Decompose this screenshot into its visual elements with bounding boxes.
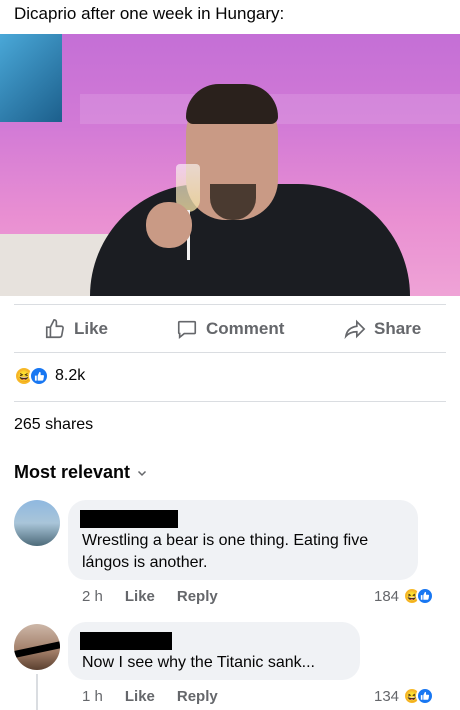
photo-person-hair bbox=[186, 84, 278, 124]
like-label: Like bbox=[74, 319, 109, 338]
reaction-count: 8.2k bbox=[55, 367, 86, 384]
like-reaction-icon bbox=[416, 687, 435, 705]
comment-time[interactable]: 2 h bbox=[82, 588, 103, 605]
share-button[interactable]: Share bbox=[344, 318, 421, 340]
comment-bubble: Now I see why the Titanic sank... bbox=[68, 622, 360, 680]
like-button[interactable]: Like bbox=[44, 318, 108, 340]
reaction-summary[interactable]: 😆 8.2k bbox=[14, 366, 85, 386]
comment-button[interactable]: Comment bbox=[176, 318, 284, 340]
post-caption: Dicaprio after one week in Hungary: bbox=[14, 4, 285, 23]
comment-reaction-count: 184 bbox=[374, 587, 400, 605]
comment-bubble: Wrestling a bear is one thing. Eating fi… bbox=[68, 500, 418, 580]
comment-label: Comment bbox=[206, 319, 285, 338]
avatar-censor-bar bbox=[14, 639, 60, 660]
comment-reaction-summary[interactable]: 184 😆 bbox=[374, 587, 435, 605]
post-photo[interactable] bbox=[0, 34, 460, 296]
comment-time[interactable]: 1 h bbox=[82, 688, 103, 705]
comment-reaction-count: 134 bbox=[374, 687, 400, 705]
divider bbox=[14, 352, 446, 353]
like-reaction-icon bbox=[29, 366, 49, 386]
redacted-author-name bbox=[80, 510, 178, 528]
like-reaction-icon bbox=[416, 587, 435, 605]
redacted-author-name bbox=[80, 632, 172, 650]
comment-like-button[interactable]: Like bbox=[125, 588, 155, 605]
chevron-down-icon bbox=[138, 470, 147, 476]
comment-reaction-summary[interactable]: 134 😆 bbox=[374, 687, 435, 705]
comment-meta: 2 h Like Reply bbox=[82, 588, 218, 605]
comment-like-button[interactable]: Like bbox=[125, 688, 155, 705]
commenter-avatar[interactable] bbox=[14, 500, 60, 546]
comment-reply-button[interactable]: Reply bbox=[177, 588, 218, 605]
share-count[interactable]: 265 shares bbox=[14, 416, 93, 434]
thumbs-up-icon bbox=[45, 319, 64, 339]
photo-background-screen bbox=[0, 34, 62, 122]
divider bbox=[14, 401, 446, 402]
photo-person-hand bbox=[146, 202, 192, 248]
comment-sort-dropdown[interactable]: Most relevant bbox=[14, 462, 148, 483]
share-icon bbox=[344, 319, 366, 340]
comment-icon bbox=[177, 320, 197, 339]
comment-text: Wrestling a bear is one thing. Eating fi… bbox=[82, 532, 369, 571]
comment-sort-label: Most relevant bbox=[14, 462, 131, 482]
comment-reply-button[interactable]: Reply bbox=[177, 688, 218, 705]
share-label: Share bbox=[374, 319, 422, 338]
commenter-avatar[interactable] bbox=[14, 624, 60, 670]
comment-meta: 1 h Like Reply bbox=[82, 688, 218, 705]
reply-thread-line bbox=[36, 674, 38, 710]
comment-text: Now I see why the Titanic sank... bbox=[82, 654, 315, 671]
divider bbox=[14, 304, 446, 305]
